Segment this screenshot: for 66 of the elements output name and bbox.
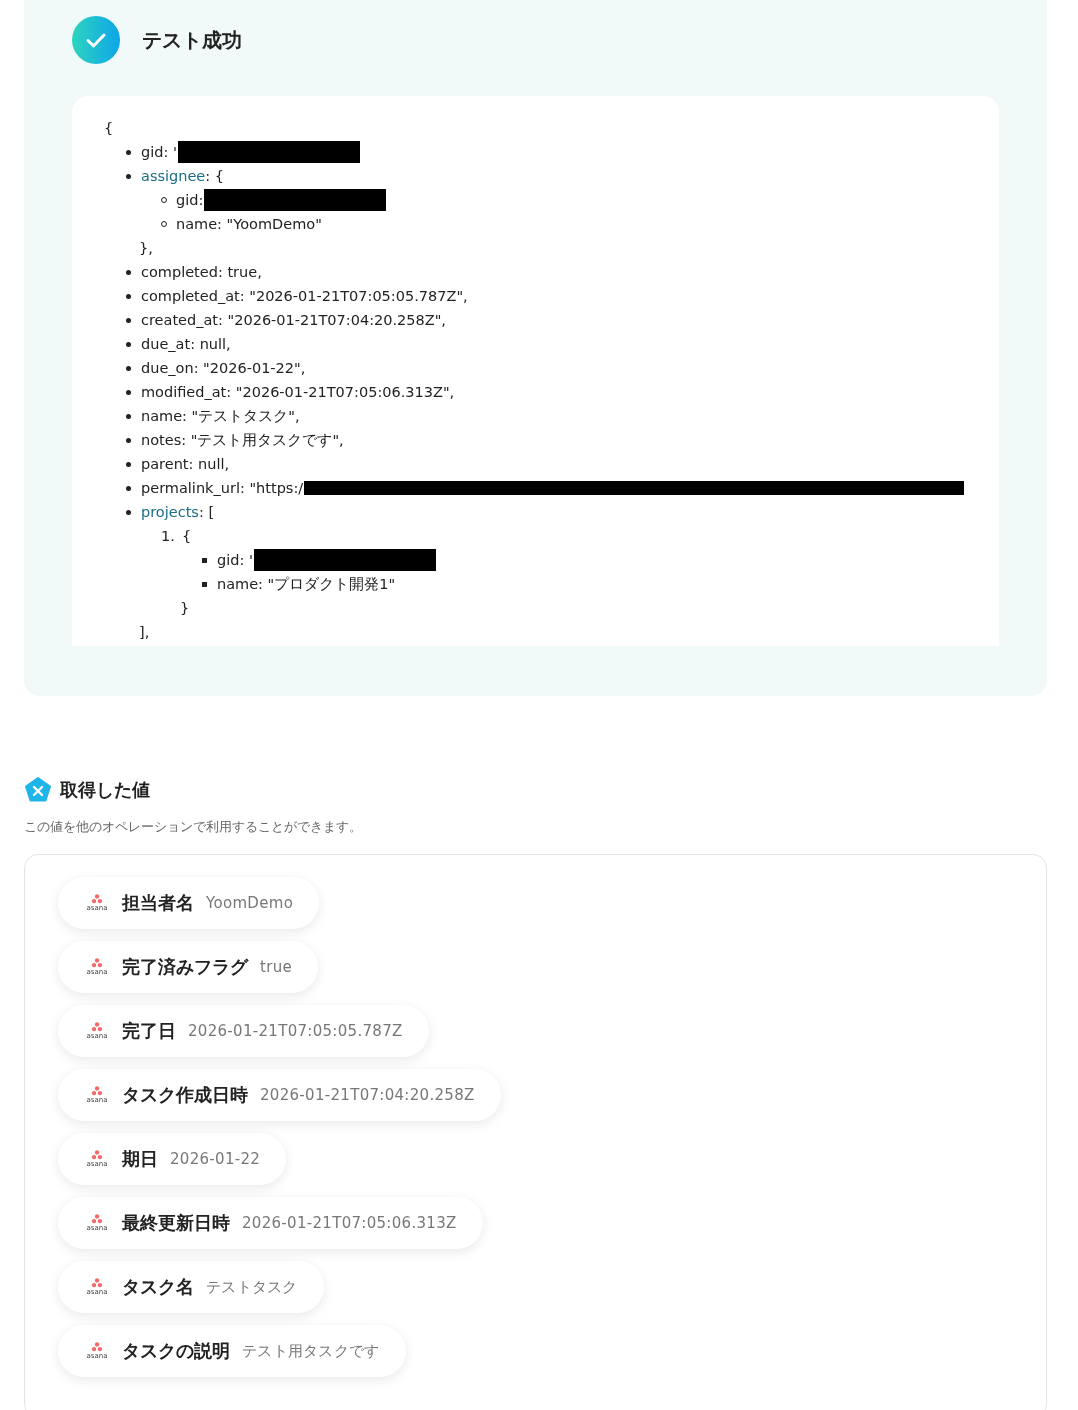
json-line: : { [205,167,224,186]
opening-bracket: { [104,119,115,138]
three-dots-icon [91,1214,103,1224]
value-text: 2026-01-21T07:05:05.787Z [188,1022,403,1040]
json-line: gid: [176,191,204,210]
bullet [126,437,131,443]
result-title: テスト成功 [142,26,242,54]
value-label: タスクの説明 [122,1339,230,1363]
json-line: permalink_url: "https:/ [141,479,304,498]
bullet [126,389,131,395]
value-text: 2026-01-21T07:05:06.313Z [242,1214,457,1232]
three-dots-icon [91,958,103,968]
json-line: gid: ' [217,551,253,570]
bullet [126,317,131,323]
value-label: タスク作成日時 [122,1083,248,1107]
value-label: 完了済みフラグ [122,955,248,979]
value-label: 担当者名 [122,891,194,915]
three-dots-icon [91,1342,103,1352]
value-label: タスク名 [122,1275,194,1299]
three-dots-icon [91,1086,103,1096]
list-number: 1. [161,527,176,546]
three-dots-icon [91,1278,103,1288]
bullet [126,173,131,179]
section-title: 取得した値 [60,778,150,802]
json-line: due_at: null, [141,335,231,354]
value-label: 完了日 [122,1019,176,1043]
field-key[interactable]: projects [141,500,199,524]
closing-bracket: }, [139,239,154,258]
bullet [126,341,131,347]
bullet [126,413,131,419]
value-text: テスト用タスクです [242,1341,380,1361]
three-dots-icon [91,1150,103,1160]
bullet [126,269,131,275]
json-line: completed: true, [141,263,262,282]
json-line: completed_at: "2026-01-21T07:05:05.787Z", [141,287,468,306]
json-line: { [182,527,192,546]
json-line: gid: ' [141,143,177,162]
bullet [126,293,131,299]
json-line: name: "プロダクト開発1" [217,575,396,594]
json-line: name: "テストタスク", [141,407,300,426]
closing-bracket: } [180,599,191,618]
json-line: name: "YoomDemo" [176,215,322,234]
value-text: 2026-01-21T07:04:20.258Z [260,1086,475,1104]
three-dots-icon [91,1022,103,1032]
bullet [126,365,131,371]
json-line: : [ [198,503,215,522]
bullet [126,485,131,491]
bullet [126,461,131,467]
value-text: テストタスク [206,1277,298,1297]
value-label: 最終更新日時 [122,1211,230,1235]
json-line: modified_at: "2026-01-21T07:05:06.313Z", [141,383,455,402]
json-line: notes: "テスト用タスクです", [141,431,344,450]
bullet [126,509,131,515]
section-description: この値を他のオペレーションで利用することができます。 [24,818,363,836]
json-line: created_at: "2026-01-21T07:04:20.258Z", [141,311,446,330]
json-line: parent: null, [141,455,230,474]
value-label: 期日 [122,1147,158,1171]
bullet [126,149,131,155]
value-text: 2026-01-22 [170,1150,261,1168]
value-text: true [260,958,292,976]
x-icon [24,776,52,804]
field-key[interactable]: assignee [141,164,206,188]
json-line: due_on: "2026-01-22", [141,359,306,378]
closing-bracket: ], [139,623,151,642]
three-dots-icon [91,894,103,904]
value-text: YoomDemo [206,894,294,912]
